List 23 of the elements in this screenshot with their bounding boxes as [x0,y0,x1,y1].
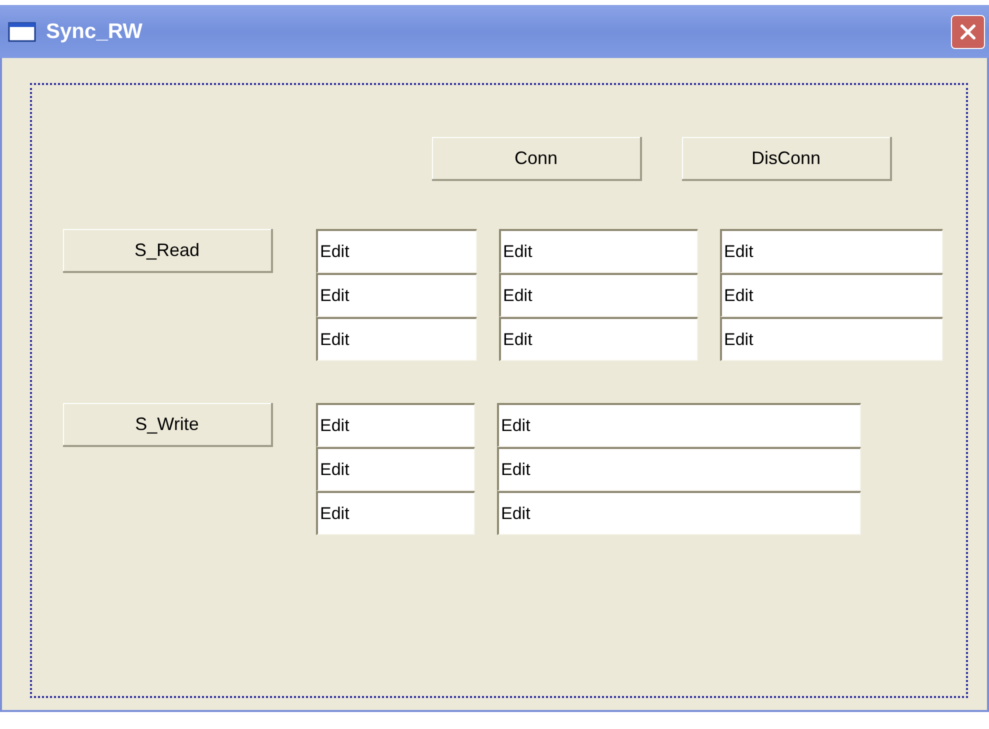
edit-field[interactable]: Edit [497,491,861,535]
push-button[interactable]: S_Write [63,403,273,447]
edit-field[interactable]: Edit [497,403,861,447]
edit-field[interactable]: Edit [720,273,943,317]
close-button[interactable] [951,14,985,48]
edit-field[interactable]: Edit [720,317,943,361]
push-button[interactable]: S_Read [63,229,273,273]
push-button[interactable]: DisConn [682,137,892,181]
edit-field[interactable]: Edit [499,229,698,273]
edit-field[interactable]: Edit [499,317,698,361]
edit-field[interactable]: Edit [497,447,861,491]
edit-field[interactable]: Edit [316,317,477,361]
edit-field[interactable]: Edit [316,447,475,491]
window-title: Sync_RW [46,20,144,44]
edit-field[interactable]: Edit [316,491,475,535]
edit-field[interactable]: Edit [316,273,477,317]
edit-field[interactable]: Edit [316,229,477,273]
edit-field[interactable]: Edit [316,403,475,447]
push-button[interactable]: Conn [432,137,642,181]
edit-field[interactable]: Edit [499,273,698,317]
close-icon [958,22,978,42]
window-icon [8,22,36,42]
edit-field[interactable]: Edit [720,229,943,273]
